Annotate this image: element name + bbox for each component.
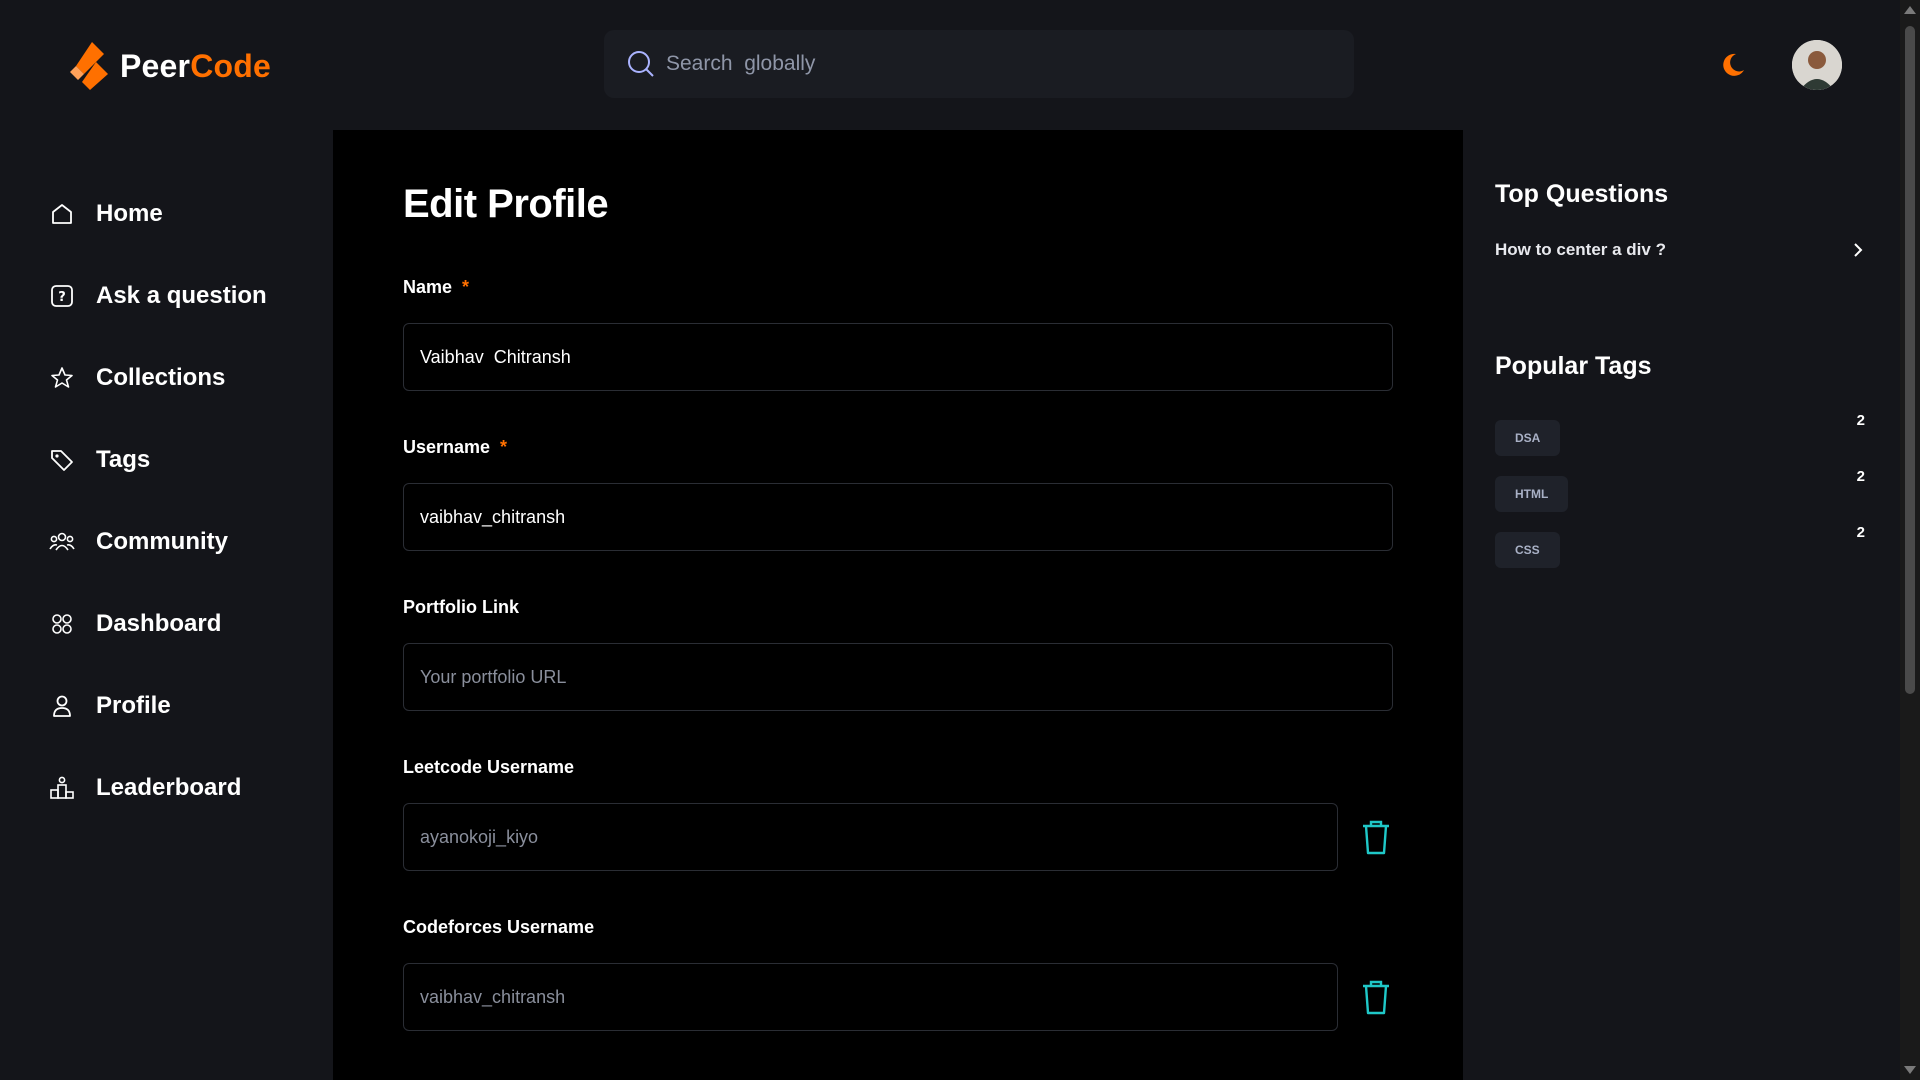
portfolio-label: Portfolio Link: [403, 597, 519, 617]
brand-name-part2: Code: [190, 47, 272, 84]
sidebar-item-label: Tags: [96, 446, 151, 473]
top-question-text: How to center a div ?: [1495, 240, 1666, 259]
tag-row: DSA 2: [1495, 412, 1865, 456]
trash-icon[interactable]: [1359, 817, 1393, 857]
sidebar-item-ask-question[interactable]: ? Ask a question: [48, 282, 267, 310]
sidebar-item-label: Community: [96, 528, 228, 555]
sidebar-item-label: Ask a question: [96, 282, 267, 309]
name-label-text: Name: [403, 277, 453, 297]
name-label: Name *: [403, 277, 469, 298]
search-input[interactable]: [656, 29, 1354, 99]
tag-count: 2: [1856, 468, 1865, 485]
scroll-down-arrow[interactable]: [1904, 1066, 1916, 1074]
sidebar-item-label: Home: [96, 200, 163, 227]
page-title: Edit Profile: [403, 182, 609, 226]
name-field[interactable]: [403, 323, 1393, 391]
sidebar-item-label: Dashboard: [96, 610, 222, 637]
tag-count: 2: [1856, 524, 1865, 541]
search-icon: [628, 51, 654, 77]
logo-icon: [70, 42, 108, 90]
sidebar-item-community[interactable]: Community: [48, 528, 228, 556]
username-label-text: Username: [403, 437, 491, 457]
sidebar-item-collections[interactable]: Collections: [48, 364, 225, 392]
username-field[interactable]: [403, 483, 1393, 551]
portfolio-field[interactable]: [403, 643, 1393, 711]
tag-icon: [51, 450, 73, 471]
avatar-image: [1792, 40, 1842, 90]
tag-badge[interactable]: DSA: [1495, 420, 1561, 456]
tag-row: HTML 2: [1495, 468, 1865, 512]
sidebar-item-dashboard[interactable]: Dashboard: [48, 610, 221, 638]
home-icon: [52, 204, 72, 224]
star-icon: [51, 367, 73, 388]
brand-name: PeerCode: [120, 48, 271, 85]
tag-count: 2: [1856, 412, 1865, 429]
tag-badge[interactable]: CSS: [1495, 532, 1560, 568]
tag-row: CSS 2: [1495, 524, 1865, 568]
leetcode-label: Leetcode Username: [403, 757, 575, 777]
required-mark: *: [500, 437, 508, 457]
scroll-up-arrow[interactable]: [1904, 6, 1916, 14]
moon-icon[interactable]: [1718, 50, 1748, 80]
users-icon: [49, 532, 75, 551]
logo[interactable]: PeerCode: [68, 40, 271, 92]
brand-name-part1: Peer: [120, 47, 191, 84]
leetcode-field[interactable]: [403, 803, 1338, 871]
question-icon: ?: [51, 285, 73, 307]
svg-text:?: ?: [58, 290, 66, 305]
sidebar-item-leaderboard[interactable]: Leaderboard: [48, 774, 241, 802]
global-search: [604, 29, 1354, 99]
codeforces-field[interactable]: [403, 963, 1338, 1031]
avatar[interactable]: [1792, 40, 1842, 90]
grid-icon: [52, 614, 72, 634]
codeforces-label: Codeforces Username: [403, 917, 595, 937]
sidebar-item-label: Collections: [96, 364, 226, 391]
left-sidebar: Home ? Ask a question Collections Tags C…: [0, 130, 333, 1080]
user-icon: [53, 695, 71, 717]
scroll-thumb[interactable]: [1905, 26, 1915, 694]
sidebar-item-profile[interactable]: Profile: [48, 692, 171, 720]
top-question-item[interactable]: How to center a div ?: [1495, 240, 1865, 260]
sidebar-item-label: Leaderboard: [96, 774, 242, 801]
sidebar-item-label: Profile: [96, 692, 171, 719]
popular-tags-title: Popular Tags: [1495, 352, 1652, 380]
right-sidebar: Top Questions How to center a div ? Popu…: [1463, 130, 1900, 1080]
podium-icon: [50, 776, 74, 799]
tag-badge[interactable]: HTML: [1495, 476, 1569, 512]
sidebar-item-tags[interactable]: Tags: [48, 446, 150, 474]
page-scrollbar[interactable]: [1900, 0, 1920, 1080]
username-label: Username *: [403, 437, 507, 458]
main-content: Edit Profile Name * Username * Portfolio L…: [333, 130, 1463, 1080]
trash-icon[interactable]: [1359, 977, 1393, 1017]
top-bar: PeerCode: [0, 0, 1900, 130]
chevron-right-icon: [1854, 243, 1863, 257]
top-questions-title: Top Questions: [1495, 180, 1669, 208]
required-mark: *: [462, 277, 470, 297]
sidebar-item-home[interactable]: Home: [48, 200, 163, 228]
